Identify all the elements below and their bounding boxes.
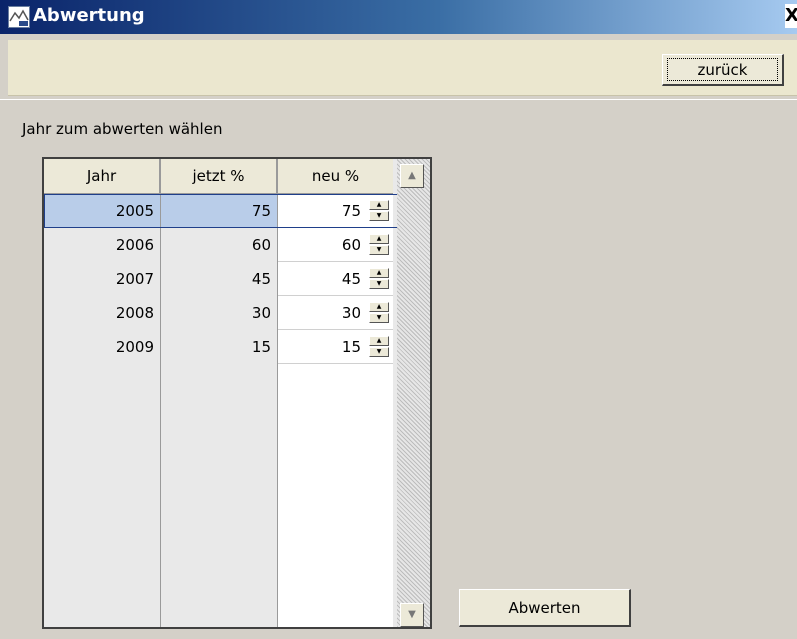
spin-down-icon[interactable]: ▼ — [369, 245, 389, 255]
spin-up-icon[interactable]: ▲ — [369, 268, 389, 278]
app-window-icon — [8, 6, 30, 28]
vertical-scrollbar[interactable]: ▲ ▼ — [397, 159, 430, 627]
spin-up-icon[interactable]: ▲ — [369, 200, 389, 210]
neu-spinner[interactable]: 45 ▲ ▼ — [278, 262, 393, 296]
cell-jahr: 2008 — [115, 304, 154, 322]
neu-spinner[interactable]: 30 ▲ ▼ — [278, 296, 393, 330]
back-button-label: zurück — [697, 60, 748, 79]
cell-jahr: 2005 — [44, 194, 160, 228]
neu-value: 15 — [341, 338, 361, 356]
header-jetzt[interactable]: jetzt % — [161, 159, 277, 194]
table-row[interactable]: 2007 45 45 ▲ ▼ — [44, 262, 393, 296]
header-neu[interactable]: neu % — [278, 159, 393, 194]
cell-jahr: 2009 — [115, 338, 154, 356]
neu-value: 75 — [341, 202, 361, 220]
instruction-label: Jahr zum abwerten wählen — [22, 120, 223, 138]
back-button[interactable]: zurück — [662, 54, 784, 86]
neu-value: 30 — [341, 304, 361, 322]
table-row[interactable]: 2009 15 15 ▲ ▼ — [44, 330, 393, 364]
cell-jetzt: 60 — [251, 236, 271, 254]
spin-up-icon[interactable]: ▲ — [369, 302, 389, 312]
neu-spinner[interactable]: 15 ▲ ▼ — [278, 330, 393, 364]
neu-value: 60 — [341, 236, 361, 254]
year-grid[interactable]: Jahr jetzt % neu % 2005 75 75 ▲ ▼ 2006 6… — [42, 157, 432, 629]
header-jahr[interactable]: Jahr — [44, 159, 160, 194]
neu-spinner[interactable]: 75 ▲ ▼ — [278, 194, 393, 228]
close-icon[interactable]: X — [785, 4, 797, 28]
cell-jetzt: 45 — [251, 270, 271, 288]
table-row[interactable]: 2006 60 60 ▲ ▼ — [44, 228, 393, 262]
scroll-down-arrow-icon[interactable]: ▼ — [400, 603, 424, 627]
spin-down-icon[interactable]: ▼ — [369, 279, 389, 289]
cell-jetzt: 15 — [251, 338, 271, 356]
divider — [0, 99, 797, 100]
table-row[interactable]: 2008 30 30 ▲ ▼ — [44, 296, 393, 330]
toolbar: zurück — [8, 40, 797, 96]
cell-jetzt: 30 — [251, 304, 271, 322]
spin-up-icon[interactable]: ▲ — [369, 336, 389, 346]
cell-jahr: 2007 — [115, 270, 154, 288]
window-title: Abwertung — [33, 5, 145, 26]
spin-down-icon[interactable]: ▼ — [369, 313, 389, 323]
scroll-up-arrow-icon[interactable]: ▲ — [400, 164, 424, 188]
table-row[interactable]: 2005 75 75 ▲ ▼ — [44, 194, 393, 228]
spin-down-icon[interactable]: ▼ — [369, 347, 389, 357]
devalue-button[interactable]: Abwerten — [459, 589, 631, 627]
spin-down-icon[interactable]: ▼ — [369, 211, 389, 221]
neu-value: 45 — [341, 270, 361, 288]
neu-spinner[interactable]: 60 ▲ ▼ — [278, 228, 393, 262]
spin-up-icon[interactable]: ▲ — [369, 234, 389, 244]
title-bar: Abwertung X — [0, 0, 797, 34]
cell-jahr: 2006 — [115, 236, 154, 254]
cell-jetzt: 75 — [161, 194, 277, 228]
